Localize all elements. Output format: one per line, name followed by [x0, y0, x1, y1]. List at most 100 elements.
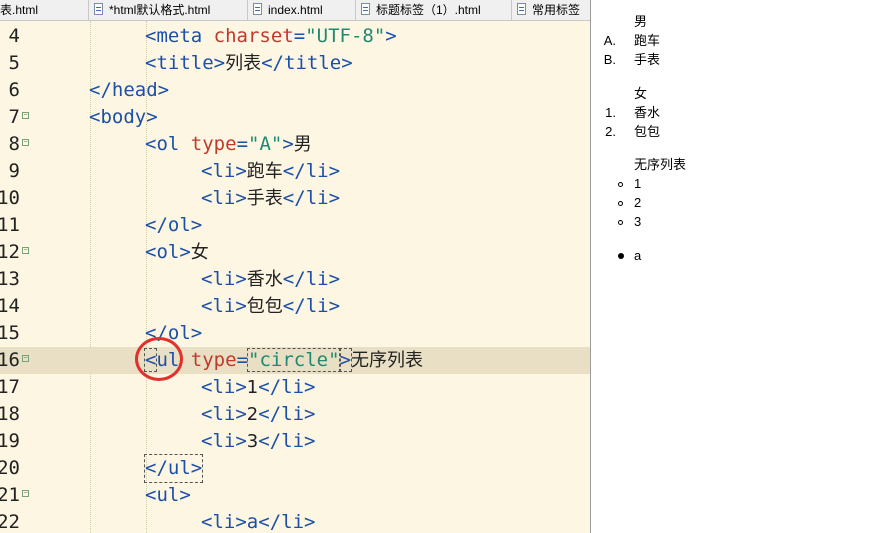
code-punct: = — [236, 133, 249, 155]
circle-bullet-icon — [618, 201, 623, 206]
code-line[interactable]: 12− <ol>女 — [0, 239, 590, 266]
code-text: <li>包包</li> — [201, 293, 340, 320]
code-tag-name: li — [212, 187, 236, 209]
code-line[interactable]: 9 <li>跑车</li> — [0, 158, 590, 185]
tab-title-tags-html[interactable]: 标题标签（1）.html — [356, 0, 512, 20]
code-line[interactable]: 4 <meta charset="UTF-8"> — [0, 23, 590, 50]
list-item-text: 手表 — [634, 52, 661, 67]
line-number: 21 — [0, 484, 20, 506]
code-editor[interactable]: 列表.html *html默认格式.html index.html 标题标签（1… — [0, 0, 590, 533]
code-line[interactable]: 21− <ul> — [0, 482, 590, 509]
code-attribute: type — [190, 349, 237, 371]
circle-bullet-icon — [618, 182, 623, 187]
line-number: 22 — [0, 511, 20, 533]
code-tag-name: ol — [156, 241, 180, 263]
code-punct: < — [145, 52, 157, 74]
html-file-icon — [94, 3, 103, 15]
code-line[interactable]: 14 <li>包包</li> — [0, 293, 590, 320]
preview-ol-decimal-heading: 女 — [634, 86, 648, 101]
code-line[interactable]: 8− <ol type="A">男 — [0, 131, 590, 158]
tab-index-html[interactable]: index.html — [248, 0, 356, 20]
list-item-text: 跑车 — [634, 33, 661, 48]
code-punct: </ — [282, 187, 306, 209]
fold-toggle-icon[interactable]: − — [22, 490, 29, 497]
list-item-text: 2 — [634, 195, 642, 210]
code-punct: > — [304, 403, 316, 425]
disc-bullet-icon — [618, 253, 624, 259]
code-tag-name: li — [212, 160, 236, 182]
code-punct: < — [201, 430, 213, 452]
code-punct: </ — [145, 214, 168, 236]
html-file-icon — [361, 3, 370, 15]
code-text: <title>列表</title> — [145, 50, 353, 77]
code-tag-name: li — [212, 430, 236, 452]
line-number: 18 — [0, 403, 20, 425]
code-text: <ol type="A">男 — [145, 131, 312, 158]
code-text-content: 男 — [293, 134, 312, 155]
code-line[interactable]: 16− <ul type="circle">无序列表 — [0, 347, 590, 374]
tab-list-html[interactable]: 列表.html — [0, 0, 89, 20]
code-punct: < — [201, 511, 213, 533]
code-punct: = — [236, 349, 249, 371]
list-item-text: 香水 — [634, 105, 661, 120]
code-punct: < — [201, 160, 213, 182]
code-line[interactable]: 17 <li>1</li> — [0, 374, 590, 401]
code-line[interactable]: 11 </ol> — [0, 212, 590, 239]
code-tag-name: li — [212, 295, 236, 317]
code-punct: </ — [258, 511, 282, 533]
code-string: "UTF-8" — [305, 25, 386, 47]
list-item-text: 包包 — [634, 124, 661, 139]
code-line[interactable]: 20 </ul> — [0, 454, 590, 483]
code-line[interactable]: 5 <title>列表</title> — [0, 50, 590, 77]
code-line[interactable]: 19 <li>3</li> — [0, 428, 590, 455]
code-tag-name: ol — [167, 214, 191, 236]
fold-toggle-icon[interactable]: − — [22, 112, 29, 119]
code-punct: = — [293, 25, 306, 47]
code-punct: > — [190, 322, 203, 344]
line-number: 11 — [0, 214, 20, 236]
code-text: <li>手表</li> — [201, 185, 340, 212]
code-text: <li>2</li> — [201, 401, 315, 428]
code-tag-name: li — [305, 187, 329, 209]
code-punct: > — [235, 160, 247, 182]
code-tag-name: ul — [167, 457, 191, 479]
code-tag-name: li — [212, 376, 236, 398]
code-punct: > — [304, 430, 316, 452]
tab-label: *html默认格式.html — [109, 3, 211, 17]
fold-toggle-icon[interactable]: − — [22, 139, 29, 146]
code-text-content: 2 — [246, 404, 259, 425]
code-tag-name: li — [305, 295, 329, 317]
code-tag-name: li — [212, 511, 236, 533]
line-number: 17 — [0, 376, 20, 398]
code-tag-name: li — [305, 268, 329, 290]
code-punct: < — [145, 25, 157, 47]
code-line[interactable]: 7− <body> — [0, 104, 590, 131]
code-punct: </ — [258, 430, 282, 452]
code-punct: </ — [282, 160, 306, 182]
code-text: <ol>女 — [145, 239, 209, 266]
list-marker: A. — [603, 33, 616, 48]
code-line[interactable]: 18 <li>2</li> — [0, 401, 590, 428]
code-punct: > — [385, 25, 397, 47]
tab-html-default-format[interactable]: *html默认格式.html — [89, 0, 248, 20]
code-punct: < — [201, 403, 213, 425]
code-line[interactable]: 6 </head> — [0, 77, 590, 104]
code-line[interactable]: 22 <li>a</li> — [0, 509, 590, 533]
code-line[interactable]: 10 <li>手表</li> — [0, 185, 590, 212]
code-punct: </ — [89, 79, 112, 101]
fold-toggle-icon[interactable]: − — [22, 247, 29, 254]
tab-common-tags[interactable]: 常用标签 — [512, 0, 590, 20]
fold-toggle-icon[interactable]: − — [22, 355, 29, 362]
list-item: 2. 包包 — [591, 123, 711, 141]
code-punct: > — [341, 52, 353, 74]
line-number: 9 — [8, 160, 20, 182]
code-text-content: 无序列表 — [350, 350, 423, 371]
code-tag-name: li — [281, 376, 305, 398]
line-number: 14 — [0, 295, 20, 317]
code-text-content: 列表 — [225, 53, 262, 74]
code-line[interactable]: 15 </ol> — [0, 320, 590, 347]
code-punct: > — [282, 133, 294, 155]
code-attribute: type — [190, 133, 237, 155]
code-line[interactable]: 13 <li>香水</li> — [0, 266, 590, 293]
list-marker: 2. — [605, 124, 616, 139]
